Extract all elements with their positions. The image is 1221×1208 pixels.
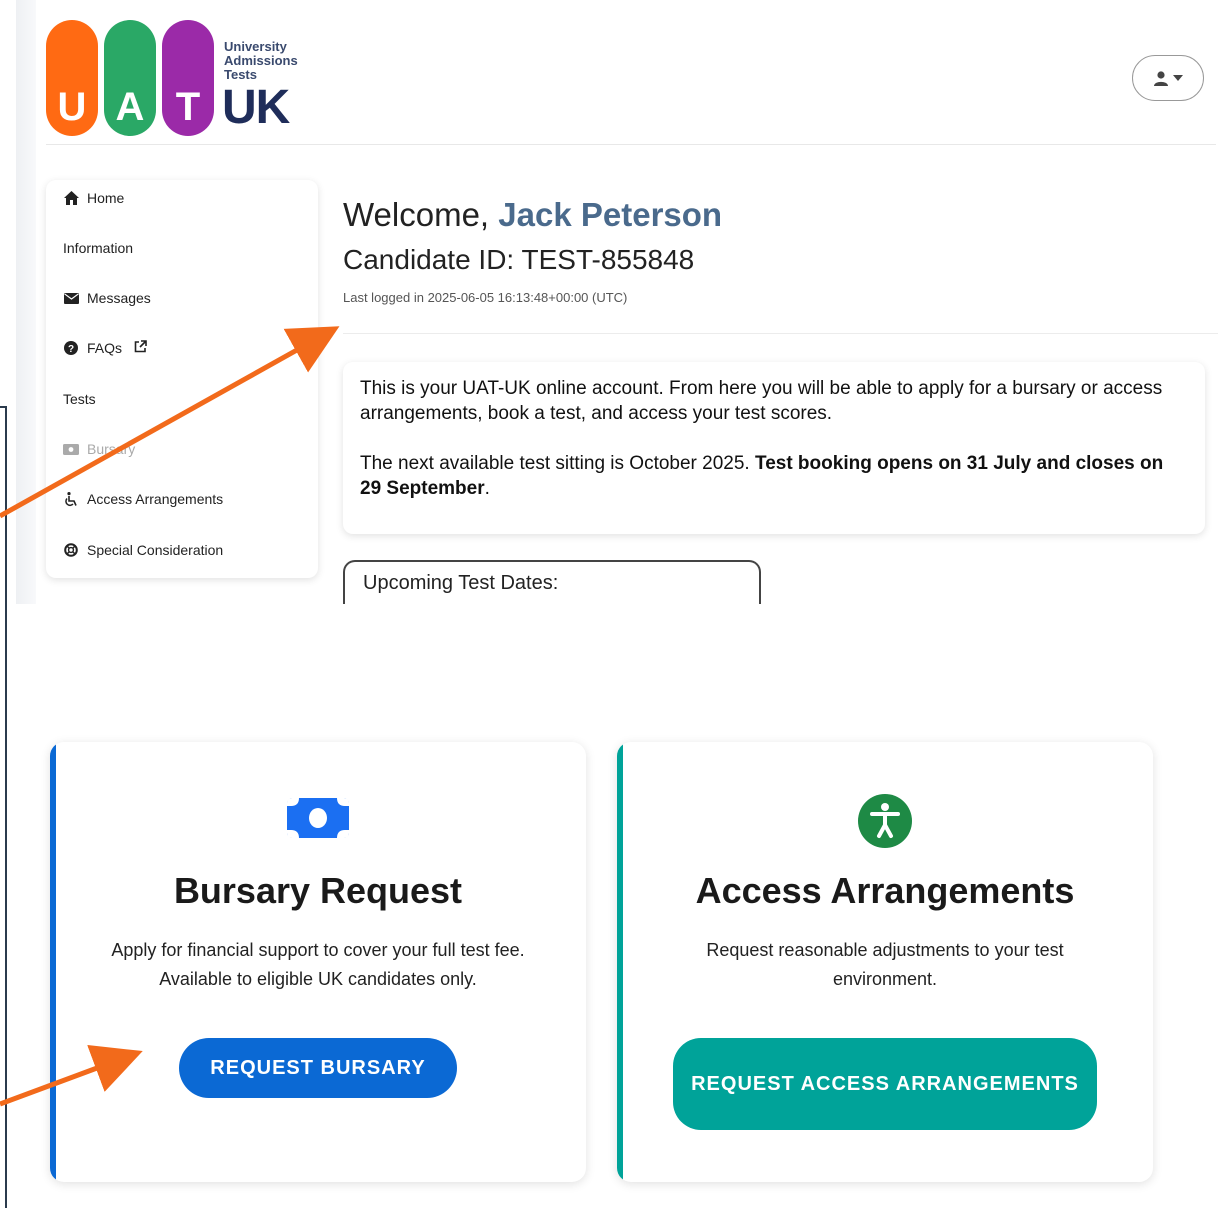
annotation-arrow-to-welcome (0, 326, 340, 519)
annotation-arrows (0, 326, 340, 1107)
annotation-arrow-to-bursary-button (0, 1044, 143, 1107)
